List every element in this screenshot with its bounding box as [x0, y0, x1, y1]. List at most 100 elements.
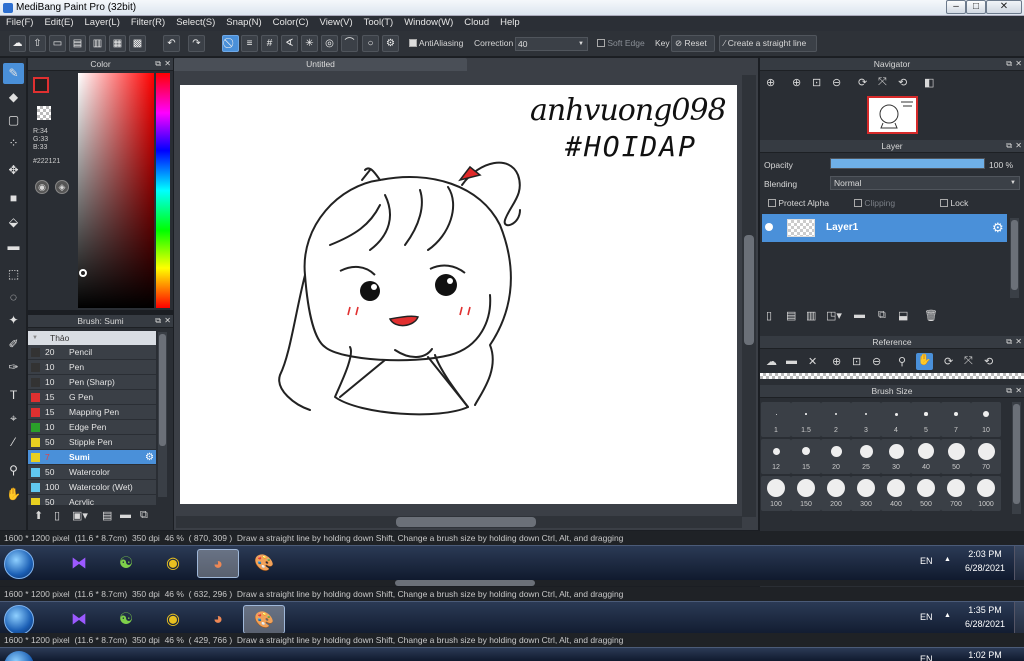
protect-alpha-toggle[interactable]: Protect Alpha [768, 198, 829, 208]
tray-expand-icon[interactable]: ▲ [944, 556, 951, 563]
text-tool-icon[interactable]: T [3, 385, 24, 406]
brush-size-option[interactable]: 30 [881, 439, 911, 474]
page-icon[interactable]: ▥ [89, 35, 106, 52]
color-picker-cursor[interactable] [79, 269, 87, 277]
visibility-icon[interactable] [765, 223, 773, 231]
clock[interactable]: 1:35 PM 6/28/2021 [960, 605, 1010, 629]
zoom-out-icon[interactable]: ⊖ [832, 76, 841, 89]
medibang-icon[interactable]: ◕ [197, 549, 239, 578]
upload-icon[interactable]: ⇧ [29, 35, 46, 52]
new-brush-icon[interactable]: ▯ [54, 509, 60, 522]
brush-group-header[interactable]: Thảo ▼ [28, 331, 156, 345]
brush-size-option[interactable]: 500 [911, 476, 941, 511]
gradient-tool-icon[interactable]: ▬ [3, 236, 24, 257]
curve-snap-icon[interactable]: ⌒ [341, 35, 358, 52]
antialiasing-toggle[interactable]: AntiAliasing [409, 38, 463, 48]
grid-snap-icon[interactable]: # [261, 35, 278, 52]
rotate-reset-icon[interactable]: ⟲ [898, 76, 907, 89]
brush-size-option[interactable]: 20 [821, 439, 851, 474]
menu-cloud[interactable]: Cloud [458, 16, 494, 28]
pages-icon[interactable]: ▦ [109, 35, 126, 52]
lock-checkbox[interactable] [940, 199, 948, 207]
brush-size-option[interactable]: 12 [761, 439, 791, 474]
clock[interactable]: 2:03 PM 6/28/2021 [960, 549, 1010, 573]
app-icon-green[interactable]: ☯ [105, 549, 147, 578]
soft-edge-toggle[interactable]: Soft Edge [597, 38, 645, 48]
hand-tool-icon[interactable]: ✋ [3, 484, 24, 505]
brush-item[interactable]: 20 Pencil [28, 345, 156, 360]
brush-size-option[interactable]: 7 [941, 402, 971, 437]
canvas-horizontal-scrollbar[interactable] [176, 516, 742, 528]
tray-expand-icon[interactable]: ▲ [944, 612, 951, 619]
menu-layer[interactable]: Layer(L) [79, 16, 125, 28]
close-button[interactable]: ✕ [986, 0, 1022, 14]
clock[interactable]: 1:02 PM [960, 650, 1010, 660]
zoom-out-icon[interactable]: ⊖ [872, 355, 881, 368]
palette-add-icon[interactable]: ◈ [55, 180, 69, 194]
brush-copy-icon[interactable]: ⧉ [140, 509, 148, 522]
chrome-icon[interactable]: ◉ [152, 605, 194, 634]
antialiasing-checkbox[interactable] [409, 39, 417, 47]
menu-select[interactable]: Select(S) [170, 16, 220, 28]
dot-tool-icon[interactable]: ⁘ [3, 133, 24, 154]
brush-properties-icon[interactable]: ▤ [102, 509, 112, 522]
close-panel-icon[interactable]: ✕ [164, 316, 171, 325]
hue-slider[interactable] [156, 73, 170, 308]
language-indicator[interactable]: EN [920, 612, 933, 622]
brush-size-option[interactable]: 4 [881, 402, 911, 437]
brush-size-option[interactable]: 5 [911, 402, 941, 437]
brush-size-option[interactable]: 3 [851, 402, 881, 437]
menu-color[interactable]: Color(C) [267, 16, 314, 28]
flip-icon[interactable]: ⤧ [878, 76, 887, 89]
brush-size-option[interactable]: 70 [971, 439, 1001, 474]
menu-edit[interactable]: Edit(E) [38, 16, 78, 28]
visual-studio-icon[interactable]: ⧓ [58, 549, 100, 578]
app-icon-green[interactable]: ☯ [105, 605, 147, 634]
move-tool-icon[interactable]: ✥ [3, 160, 24, 181]
delete-layer-icon[interactable]: 🗑 [924, 309, 938, 322]
brush-item[interactable]: 50 Stipple Pen [28, 435, 156, 450]
start-button[interactable] [4, 549, 34, 579]
brush-size-option[interactable]: 150 [791, 476, 821, 511]
brush-size-option[interactable]: 25 [851, 439, 881, 474]
lock-toggle[interactable]: Lock [940, 198, 968, 208]
brush-tool-icon[interactable]: ✎ [3, 63, 24, 84]
navigator-preview[interactable] [867, 96, 918, 134]
operation-tool-icon[interactable]: ⌖ [3, 408, 24, 429]
zoom-in-icon[interactable]: ⊕ [832, 355, 841, 368]
eyedropper-icon[interactable]: ⚲ [898, 355, 906, 368]
brush-size-scrollbar[interactable] [1012, 402, 1021, 514]
brush-size-option[interactable]: 1.5 [791, 402, 821, 437]
grid-icon[interactable]: ▩ [129, 35, 146, 52]
clipping-toggle[interactable]: Clipping [854, 198, 895, 208]
brush-add-icon[interactable]: ⬆ [34, 509, 43, 522]
undock-icon[interactable]: ⧉ [1006, 386, 1012, 396]
cloud-download-icon[interactable]: ☁ [766, 355, 777, 368]
blending-select[interactable]: Normal ▼ [830, 176, 1020, 190]
menu-window[interactable]: Window(W) [398, 16, 458, 28]
protect-alpha-checkbox[interactable] [768, 199, 776, 207]
zoom-in-icon[interactable]: ⊕ [792, 76, 801, 89]
menu-tool[interactable]: Tool(T) [358, 16, 399, 28]
correction-select[interactable]: 40 ▼ [515, 37, 588, 51]
brush-size-option[interactable]: 1 [761, 402, 791, 437]
straight-line-button[interactable]: ⁄ Create a straight line [719, 35, 817, 52]
brush-menu-icon[interactable]: ▣▾ [72, 509, 88, 522]
layer-add-menu-icon[interactable]: ◳▾ [826, 309, 842, 322]
close-panel-icon[interactable]: ✕ [1015, 337, 1022, 346]
drawing-canvas[interactable]: anhvuong098 #HOIDAP [180, 85, 737, 504]
close-reference-icon[interactable]: ✕ [808, 355, 817, 368]
cloud-icon[interactable]: ☁ [9, 35, 26, 52]
undock-icon[interactable]: ⧉ [155, 316, 161, 326]
rectangle-tool-icon[interactable]: ▢ [3, 110, 24, 131]
gear-icon[interactable]: ⚙ [145, 450, 154, 465]
eyedropper-tool-icon[interactable]: ⚲ [3, 460, 24, 481]
brush-size-option[interactable]: 2 [821, 402, 851, 437]
magic-wand-tool-icon[interactable]: ✦ [3, 310, 24, 331]
minimize-button[interactable]: – [946, 0, 966, 14]
brush-size-option[interactable]: 15 [791, 439, 821, 474]
opacity-slider[interactable] [830, 158, 985, 169]
flip-icon[interactable]: ⤧ [964, 355, 973, 368]
clipping-checkbox[interactable] [854, 199, 862, 207]
scrollbar-thumb[interactable] [395, 580, 535, 586]
